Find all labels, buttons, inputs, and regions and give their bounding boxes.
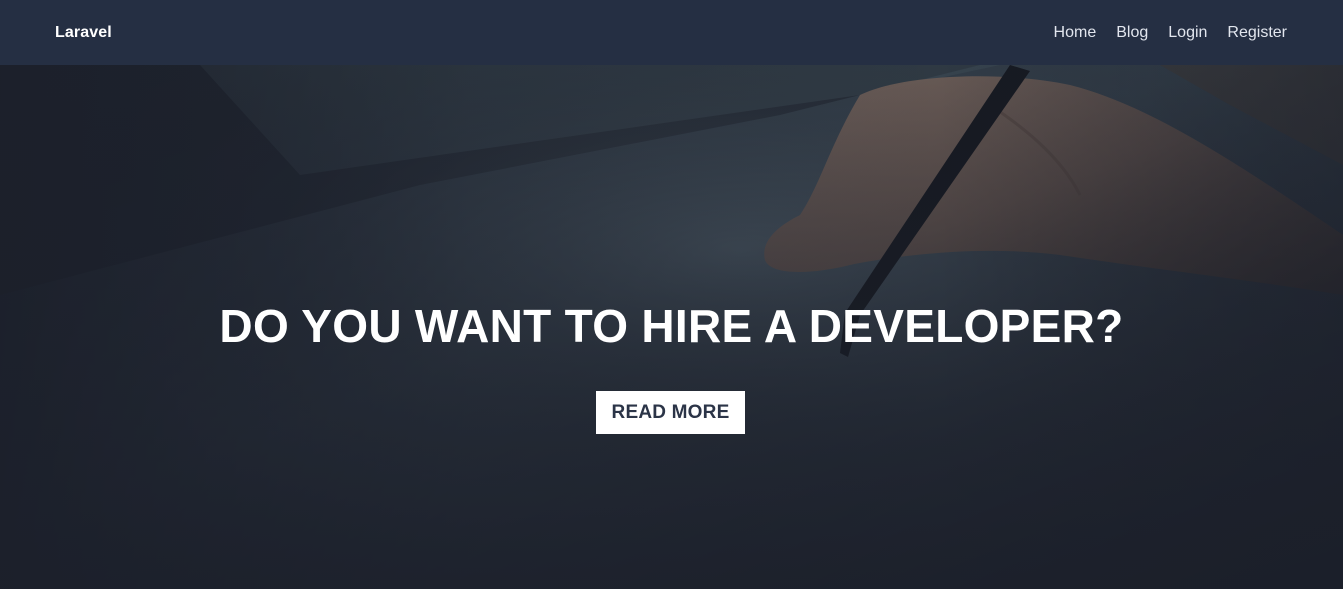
brand-logo-link[interactable]: Laravel (55, 24, 112, 42)
nav-link-login[interactable]: Login (1168, 24, 1207, 42)
nav-link-home[interactable]: Home (1054, 24, 1097, 42)
nav-link-blog[interactable]: Blog (1116, 24, 1148, 42)
hero-section: DO YOU WANT TO HIRE A DEVELOPER? READ MO… (0, 65, 1343, 589)
top-navbar: Laravel Home Blog Login Register (0, 0, 1343, 65)
read-more-button[interactable]: READ MORE (596, 391, 745, 434)
nav-link-register[interactable]: Register (1227, 24, 1287, 42)
nav-links: Home Blog Login Register (1054, 24, 1287, 42)
hero-content: DO YOU WANT TO HIRE A DEVELOPER? READ MO… (0, 65, 1343, 589)
hero-title: DO YOU WANT TO HIRE A DEVELOPER? (219, 300, 1124, 352)
